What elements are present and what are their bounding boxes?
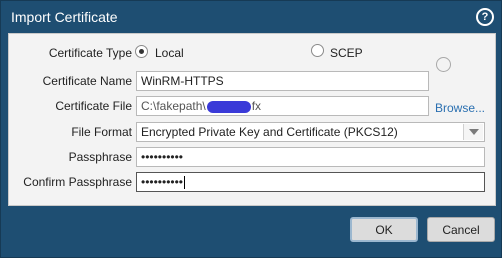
certificate-file-input[interactable]: C:\fakepath\ fx <box>136 96 429 116</box>
certificate-file-label: Certificate File <box>55 99 132 113</box>
local-radio[interactable] <box>135 45 148 58</box>
file-format-select[interactable]: Encrypted Private Key and Certificate (P… <box>136 122 485 142</box>
file-format-label: File Format <box>71 125 132 139</box>
confirm-passphrase-input[interactable]: •••••••••• <box>136 172 485 192</box>
confirm-passphrase-label: Confirm Passphrase <box>23 175 132 189</box>
ok-button[interactable]: OK <box>350 217 418 242</box>
faded-radio-icon <box>436 57 451 72</box>
certificate-type-label: Certificate Type <box>48 46 132 60</box>
local-radio-label[interactable]: Local <box>155 46 184 60</box>
redacted-filename <box>206 100 251 113</box>
scep-radio[interactable] <box>311 44 324 57</box>
file-path-prefix: C:\fakepath\ <box>141 99 206 113</box>
file-path-suffix: fx <box>251 99 262 113</box>
passphrase-input[interactable]: •••••••••• <box>136 147 485 167</box>
browse-link[interactable]: Browse... <box>435 101 485 115</box>
cancel-button[interactable]: Cancel <box>427 217 495 242</box>
dialog-titlebar: Import Certificate ? <box>1 1 501 33</box>
form-panel: Certificate Type Local SCEP Certificate … <box>8 33 496 206</box>
confirm-passphrase-value: •••••••••• <box>141 175 184 189</box>
import-certificate-dialog: Import Certificate ? Certificate Type Lo… <box>0 0 502 258</box>
chevron-down-icon[interactable] <box>463 124 483 140</box>
text-cursor <box>184 176 186 190</box>
file-format-value: Encrypted Private Key and Certificate (P… <box>141 125 398 139</box>
passphrase-label: Passphrase <box>68 150 132 164</box>
certificate-name-input[interactable]: WinRM-HTTPS <box>136 71 429 91</box>
scep-radio-label[interactable]: SCEP <box>330 46 363 60</box>
dialog-title: Import Certificate <box>11 9 118 25</box>
radio-selected-dot <box>139 49 144 54</box>
certificate-name-label: Certificate Name <box>42 74 132 88</box>
help-icon[interactable]: ? <box>476 8 494 26</box>
